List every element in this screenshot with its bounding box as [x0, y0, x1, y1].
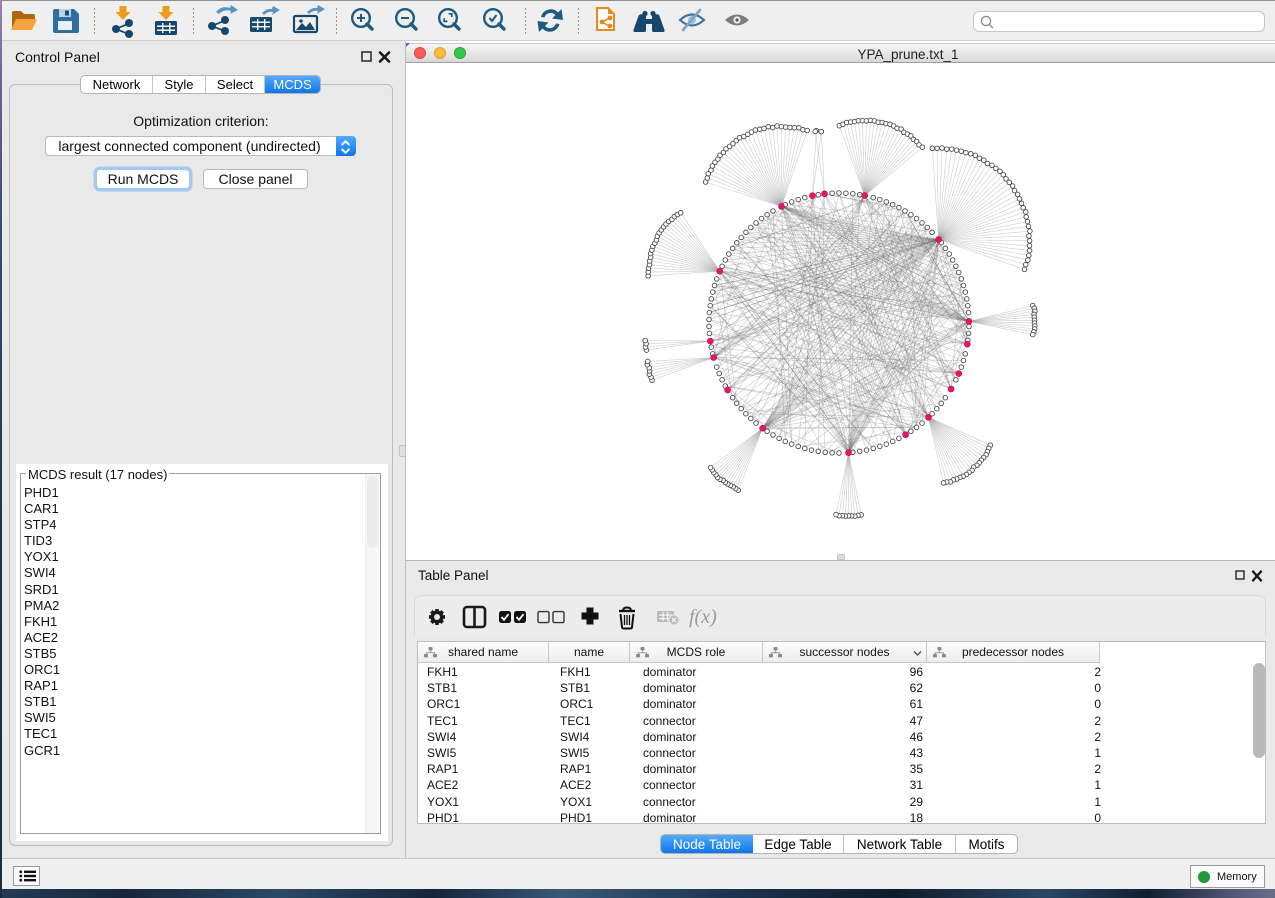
svg-text:f(x): f(x) [689, 606, 717, 628]
